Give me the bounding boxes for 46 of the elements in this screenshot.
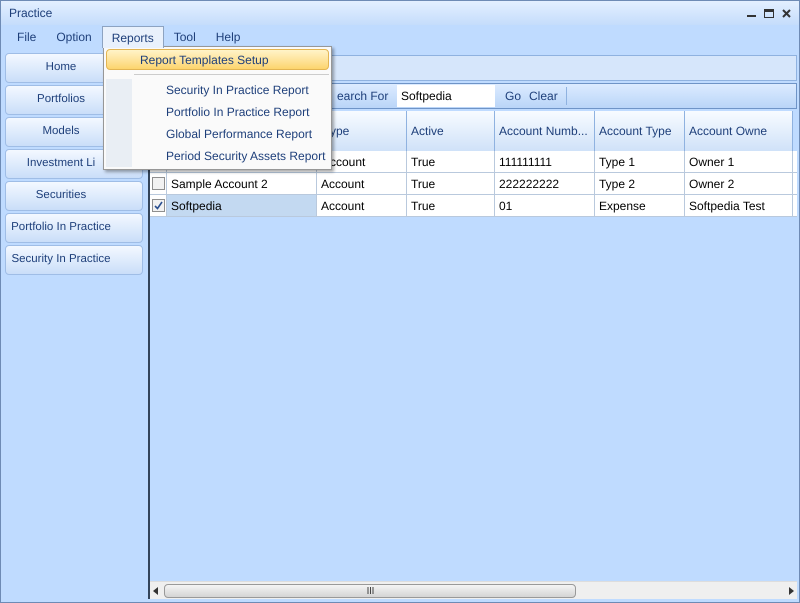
- clear-button[interactable]: Clear: [525, 87, 562, 105]
- menu-option[interactable]: Portfolio In Practice Report: [106, 101, 329, 123]
- window-title: Practice: [9, 5, 52, 22]
- menu-item[interactable]: Option: [46, 26, 102, 48]
- maximize-icon[interactable]: [764, 8, 774, 18]
- search-label: earch For: [337, 88, 390, 105]
- row-checkbox[interactable]: [152, 177, 164, 190]
- table-cell: True: [407, 195, 495, 216]
- close-icon[interactable]: [782, 8, 791, 18]
- scroll-thumb[interactable]: [164, 584, 576, 598]
- table-cell: Sample Account 2: [167, 173, 317, 194]
- go-button[interactable]: Go: [501, 87, 526, 105]
- menu-option[interactable]: Report Templates Setup: [106, 49, 329, 70]
- horizontal-scrollbar[interactable]: [150, 581, 797, 599]
- search-field[interactable]: Softpedia: [397, 85, 495, 107]
- sidebar-button[interactable]: Portfolio In Practice: [5, 213, 143, 243]
- column-header[interactable]: Account Type: [595, 111, 685, 151]
- table-cell: True: [407, 151, 495, 172]
- column-header[interactable]: Active: [407, 111, 495, 151]
- row-checkbox[interactable]: [152, 199, 164, 212]
- sidebar-button[interactable]: Securities: [5, 181, 143, 211]
- column-header[interactable]: Account Owne: [685, 111, 793, 151]
- menu-item[interactable]: Help: [206, 26, 250, 48]
- sidebar-button[interactable]: Security In Practice: [5, 245, 143, 275]
- table-cell: Type 2: [595, 173, 685, 194]
- table-cell: 222222222: [495, 173, 595, 194]
- table-cell: Owner 2: [685, 173, 793, 194]
- menu-item[interactable]: Reports: [102, 26, 164, 48]
- menu-item[interactable]: Tool: [164, 26, 206, 48]
- table-cell: Type 1: [595, 151, 685, 172]
- table-cell: Softpedia: [167, 195, 317, 216]
- menu-item[interactable]: File: [7, 26, 46, 48]
- table-cell: 01: [495, 195, 595, 216]
- column-header[interactable]: Account Numb...: [495, 111, 595, 151]
- table-cell: Expense: [595, 195, 685, 216]
- scroll-right-icon[interactable]: [789, 586, 794, 594]
- table-cell: Account: [317, 173, 407, 194]
- table-cell: Owner 1: [685, 151, 793, 172]
- menu-option[interactable]: Global Performance Report: [106, 123, 329, 145]
- table-cell: Account: [317, 195, 407, 216]
- menu-option[interactable]: Security In Practice Report: [106, 79, 329, 101]
- table-cell: Softpedia Test: [685, 195, 793, 216]
- table-cell: True: [407, 173, 495, 194]
- menu-option[interactable]: Period Security Assets Report: [106, 145, 329, 167]
- table-cell: 111111111: [495, 151, 595, 172]
- scroll-left-icon[interactable]: [153, 586, 158, 594]
